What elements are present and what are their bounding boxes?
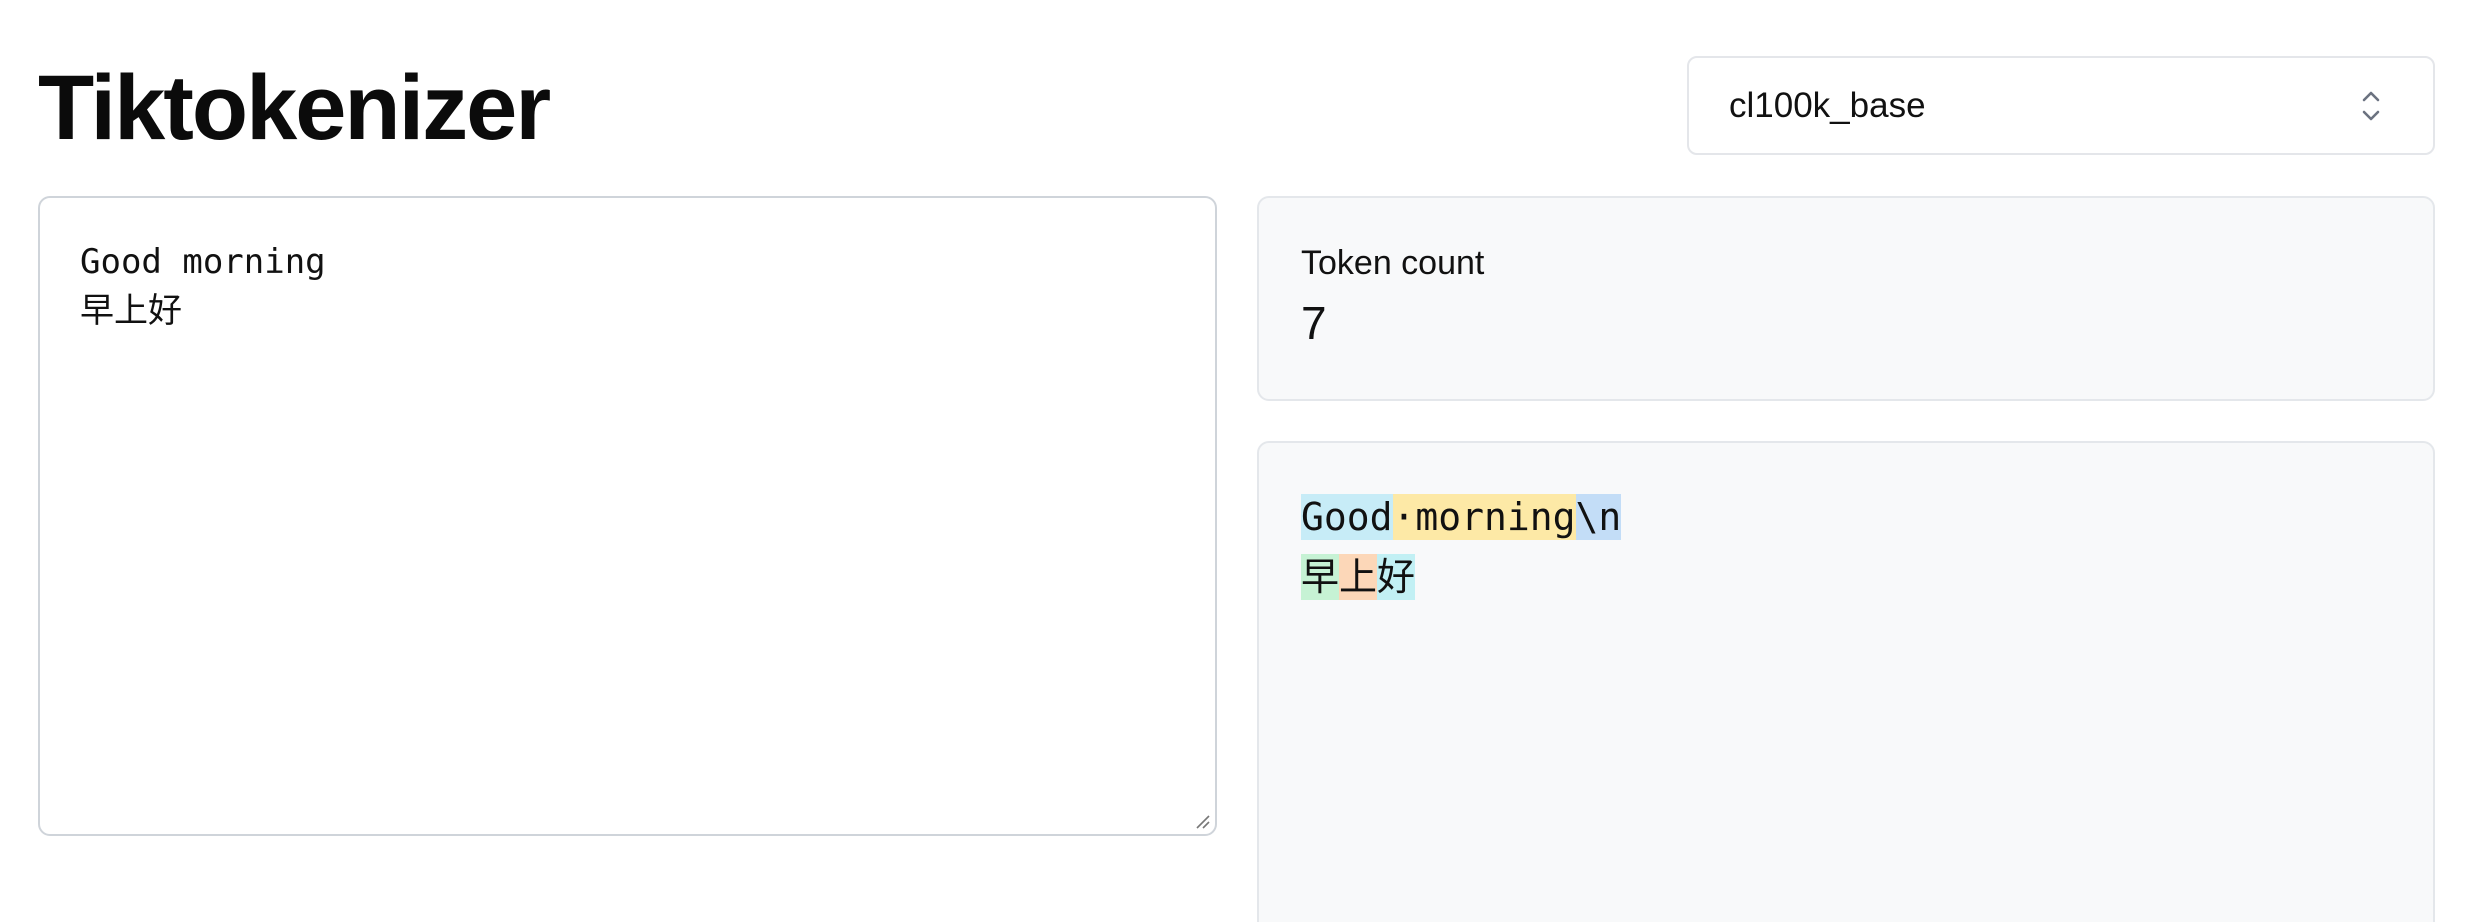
token-chip: Good xyxy=(1301,494,1393,540)
token-count-card: Token count 7 xyxy=(1257,196,2435,401)
token-line: 早上好 xyxy=(1301,547,1621,607)
token-chip: \n xyxy=(1575,494,1622,540)
token-lines: Good·morning\n 早上好 xyxy=(1301,487,1622,607)
page-title: Tiktokenizer xyxy=(38,57,551,159)
chevron-up-down-icon xyxy=(2362,91,2380,121)
encoding-select[interactable]: cl100k_base xyxy=(1687,56,2435,155)
prompt-input-box xyxy=(38,196,1217,836)
token-chip: 早 xyxy=(1301,554,1340,600)
prompt-textarea[interactable] xyxy=(40,198,1215,834)
token-chip: ·morning xyxy=(1392,494,1576,540)
tiktokenizer-page: Tiktokenizer cl100k_base Token count 7 G… xyxy=(0,0,2478,922)
encoding-select-value: cl100k_base xyxy=(1729,85,1926,125)
token-chip: 好 xyxy=(1377,554,1416,600)
token-line: Good·morning\n xyxy=(1301,487,1622,547)
token-chip: 上 xyxy=(1339,554,1378,600)
token-count-label: Token count xyxy=(1301,244,1485,282)
tokens-visualization-card: Good·morning\n 早上好 xyxy=(1257,441,2435,922)
token-count-value: 7 xyxy=(1301,297,1327,349)
resize-grip-icon[interactable] xyxy=(1193,812,1211,830)
